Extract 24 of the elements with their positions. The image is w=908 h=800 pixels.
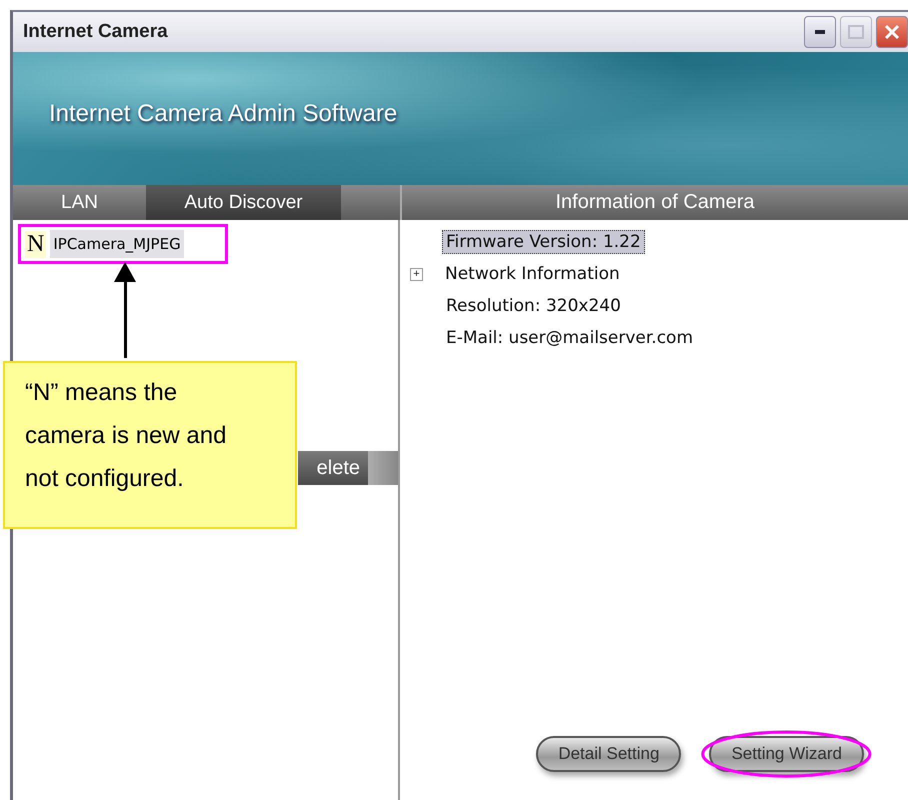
panel-heading: Information of Camera (554, 191, 756, 214)
new-badge: N (25, 230, 46, 258)
action-button[interactable]: Setting Wizard (709, 736, 864, 772)
tree-item[interactable]: Resolution: 320x240 (442, 294, 625, 318)
close-icon (883, 23, 901, 41)
maximize-icon (848, 25, 864, 39)
tab[interactable]: Auto Discover (146, 185, 341, 220)
expand-toggle[interactable]: + (410, 268, 423, 280)
callout-text: “N” means the (25, 378, 178, 408)
callout-text: camera is new and (25, 421, 228, 452)
action-button[interactable]: Detail Setting (536, 736, 682, 772)
minimize-button[interactable] (804, 16, 836, 48)
tab[interactable]: LAN (13, 185, 146, 220)
tree-item[interactable]: E-Mail: user@mailserver.com (442, 326, 698, 350)
delete-button[interactable]: elete (298, 451, 368, 485)
camera-name: IPCamera_MJPEG (50, 230, 184, 258)
minimize-icon (815, 30, 825, 34)
close-button[interactable] (876, 16, 908, 48)
window-title: Internet Camera (23, 21, 168, 43)
tree-item[interactable]: Firmware Version: 1.22 (442, 230, 645, 254)
camera-item[interactable]: N IPCamera_MJPEG (18, 224, 228, 264)
tree-item[interactable]: Network Information (441, 262, 624, 286)
banner-title: Internet Camera Admin Software (49, 100, 398, 128)
callout-text: not configured. (25, 464, 185, 494)
